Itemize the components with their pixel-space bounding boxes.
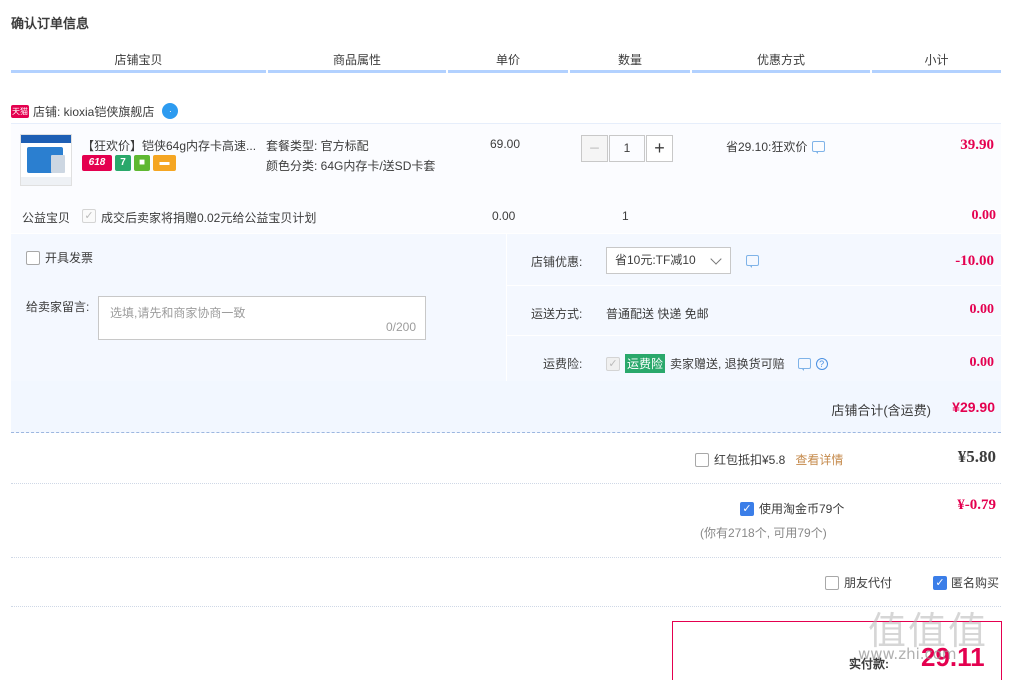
quantity-decrease-button[interactable]: − — [581, 135, 608, 162]
sku-package: 套餐类型: 官方标配 — [266, 139, 369, 153]
taojinbi-checkbox[interactable]: ✓ — [740, 501, 754, 516]
shop-discount-info-icon[interactable] — [746, 255, 759, 268]
header-sep — [568, 70, 570, 73]
message-char-count: 0/200 — [385, 320, 416, 334]
red-packet-label: 红包抵扣¥5.8 — [714, 453, 786, 467]
freight-insurance-amount: 0.00 — [969, 355, 995, 370]
quantity-input[interactable]: 1 — [609, 135, 645, 162]
column-header-quantity: 数量 — [617, 53, 642, 67]
discount-info-icon[interactable] — [812, 141, 826, 154]
charity-price: 0.00 — [492, 209, 516, 223]
charity-subtotal: 0.00 — [971, 208, 997, 223]
message-textarea[interactable]: 选填,请先和商家协商一致 0/200 — [98, 296, 426, 340]
column-header-unit-price: 单价 — [495, 53, 520, 67]
chevron-down-icon — [710, 253, 722, 265]
shop-discount-selected: 省10元:TF减10 — [615, 253, 696, 267]
quantity-increase-button[interactable]: + — [646, 135, 673, 162]
thumb-adapter — [51, 155, 65, 173]
unit-price: 69.00 — [490, 137, 521, 151]
tmall-badge: 天猫 — [11, 104, 29, 118]
watermark-site: www.zhi.com — [858, 645, 957, 663]
header-sep — [266, 70, 268, 73]
thumb-bottom — [21, 177, 71, 185]
charity-text: 成交后卖家将捐赠0.02元给公益宝贝计划 — [101, 211, 317, 225]
anonymous-label: 匿名购买 — [951, 576, 1000, 590]
item-discount-text: 省29.10:狂欢价 — [726, 140, 808, 154]
sku-color: 颜色分类: 64G内存卡/送SD卡套 — [266, 159, 436, 173]
invoice-label: 开具发票 — [45, 251, 94, 265]
table-header: 店铺宝贝 商品属性 单价 数量 优惠方式 小计 — [11, 50, 1001, 73]
taojinbi-note: (你有2718个, 可用79个) — [700, 526, 827, 540]
header-underline — [11, 70, 1001, 73]
divider — [11, 483, 1001, 484]
freight-insurance-label: 运费险: — [543, 357, 583, 371]
divider — [11, 557, 1001, 558]
charity-label: 公益宝贝 — [22, 211, 71, 225]
shipping-method: 普通配送 快递 免邮 — [606, 307, 709, 321]
invoice-checkbox[interactable] — [26, 250, 40, 265]
tag-618: 618 — [82, 155, 112, 171]
row-sep — [507, 335, 1002, 336]
taojinbi-label: 使用淘金币79个 — [759, 502, 845, 516]
divider — [11, 606, 1001, 607]
freight-insurance-badge: 运费险 — [625, 354, 666, 373]
anonymous-checkbox[interactable]: ✓ — [933, 575, 947, 590]
freight-insurance-chat-icon[interactable] — [797, 358, 811, 371]
card-payment-icon: ▬ — [153, 155, 176, 171]
shop-discount-amount: -10.00 — [955, 253, 994, 269]
message-placeholder: 选填,请先和商家协商一致 — [110, 306, 246, 320]
header-sep — [446, 70, 448, 73]
red-packet-option[interactable]: 红包抵扣¥5.8 查看详情 — [695, 451, 843, 468]
friend-pay-option[interactable]: 朋友代付 — [825, 574, 892, 591]
charity-checkbox: ✓ — [82, 209, 96, 223]
red-packet-details-link[interactable]: 查看详情 — [795, 451, 843, 468]
red-packet-checkbox[interactable] — [695, 452, 709, 467]
message-label: 给卖家留言: — [26, 300, 90, 314]
taojinbi-option[interactable]: ✓ 使用淘金币79个 — [740, 500, 844, 517]
column-header-discount: 优惠方式 — [756, 53, 805, 67]
header-sep — [870, 70, 872, 73]
android-icon: ■ — [134, 155, 150, 171]
shop-discount-select[interactable]: 省10元:TF减10 — [606, 247, 731, 274]
red-packet-amount: ¥5.80 — [957, 447, 996, 466]
column-header-shop-item: 店铺宝贝 — [114, 53, 163, 67]
item-subtotal: 39.90 — [960, 137, 994, 153]
column-header-attributes: 商品属性 — [332, 53, 381, 67]
freight-insurance-text: 卖家赠送, 退换货可赔 — [670, 357, 785, 371]
charity-qty: 1 — [622, 209, 629, 223]
shipping-label: 运送方式: — [531, 307, 583, 321]
tag-7-day-return: 7 — [115, 155, 131, 171]
taojinbi-amount: ¥-0.79 — [957, 497, 996, 513]
shop-row: 天猫 店铺: kioxia铠侠旗舰店 · — [11, 102, 179, 120]
shop-total-amount: ¥29.90 — [952, 399, 995, 415]
anonymous-option[interactable]: ✓ 匿名购买 — [933, 574, 999, 591]
column-header-subtotal: 小计 — [924, 53, 949, 67]
shop-name-link[interactable]: 店铺: kioxia铠侠旗舰店 — [33, 103, 154, 120]
invoice-option[interactable]: 开具发票 — [26, 249, 93, 266]
shipping-amount: 0.00 — [969, 302, 995, 317]
freight-insurance-checkbox: ✓ — [606, 356, 620, 371]
shop-discount-label: 店铺优惠: — [531, 255, 583, 269]
row-sep — [507, 285, 1002, 286]
thumb-top — [21, 135, 71, 143]
friend-pay-checkbox[interactable] — [825, 575, 839, 590]
freight-insurance-option: ✓ 运费险 卖家赠送, 退换货可赔 ? — [606, 354, 828, 373]
product-tags: 618 7 ■ ▬ — [82, 155, 176, 171]
shop-total-label: 店铺合计(含运费) — [831, 403, 931, 418]
item-discount: 省29.10:狂欢价 — [726, 138, 826, 155]
header-sep — [690, 70, 692, 73]
friend-pay-label: 朋友代付 — [844, 576, 893, 590]
wangwang-chat-icon[interactable]: · — [162, 103, 179, 119]
product-thumbnail[interactable] — [20, 134, 72, 186]
help-icon[interactable]: ? — [815, 357, 828, 370]
page-title: 确认订单信息 — [11, 16, 90, 31]
product-title-link[interactable]: 【狂欢价】铠侠64g内存卡高速... — [82, 137, 262, 154]
quantity-stepper: − 1 + — [581, 135, 673, 162]
